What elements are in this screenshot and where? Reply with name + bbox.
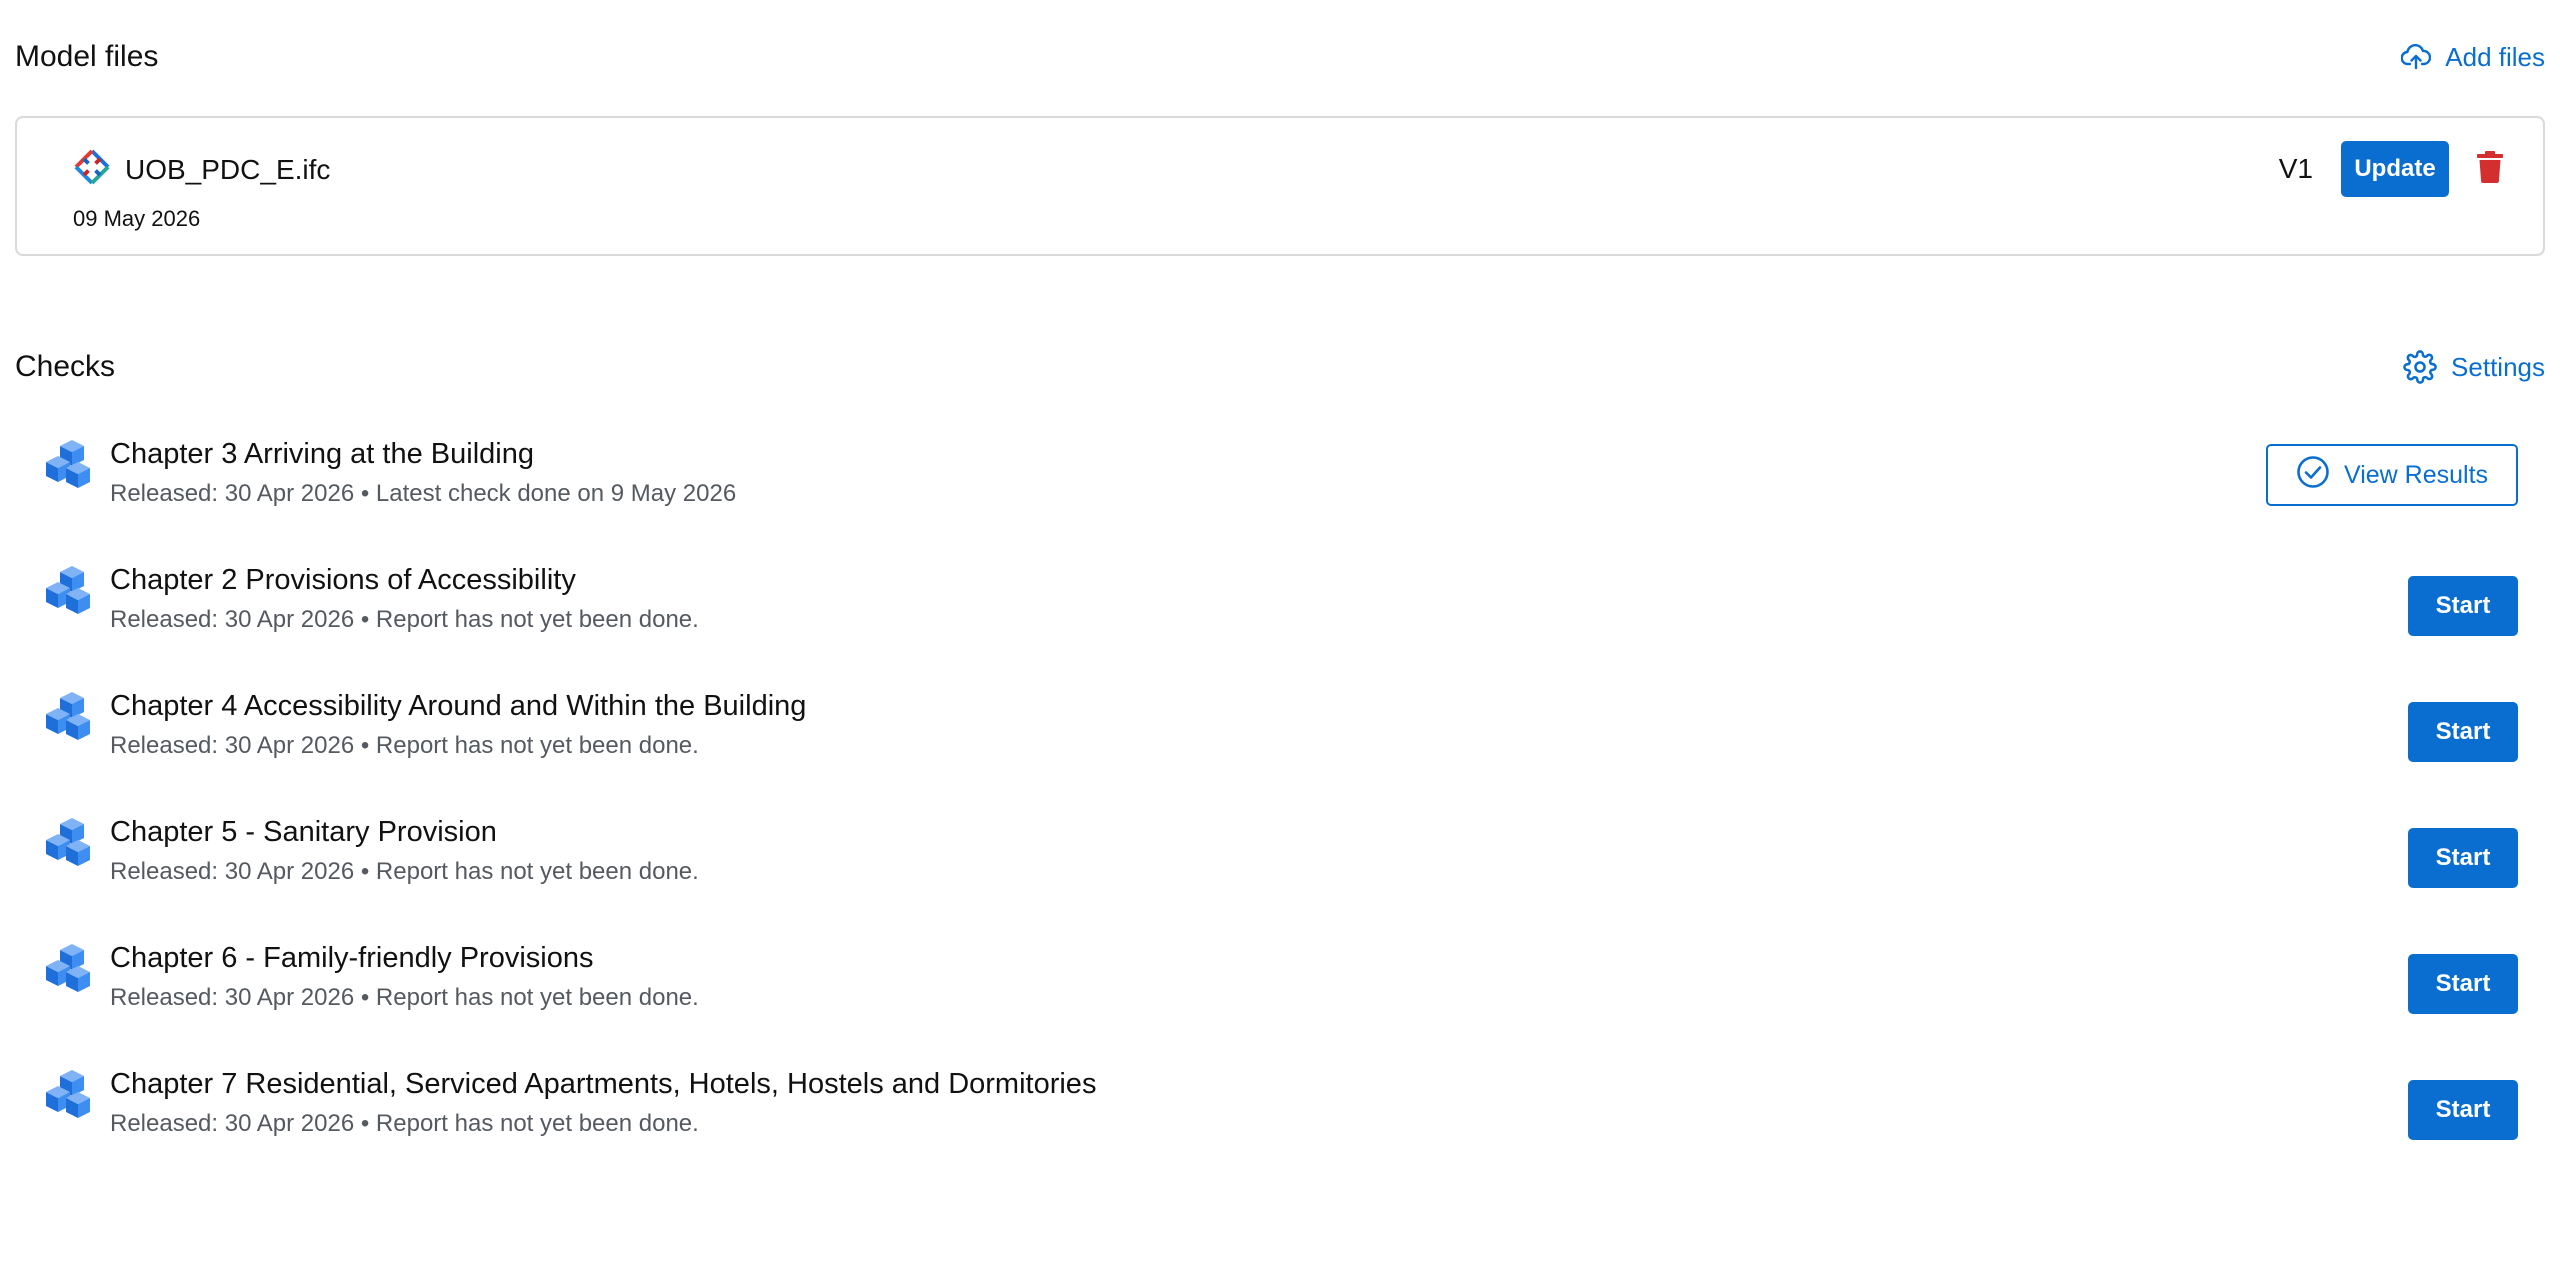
model-files-title: Model files [15,40,159,73]
model-file-card: UOB_PDC_E.ifc 09 May 2026 V1 Update [15,116,2545,256]
check-title[interactable]: Chapter 6 - Family-friendly Provisions [110,942,593,975]
add-files-button[interactable]: Add files [2401,42,2545,73]
check-subtitle: Released: 30 Apr 2026 • Report has not y… [110,858,699,885]
view-results-label: View Results [2343,460,2489,489]
settings-label: Settings [2451,351,2545,382]
check-item: Chapter 4 Accessibility Around and Withi… [0,690,2560,816]
check-title[interactable]: Chapter 5 - Sanitary Provision [110,816,497,849]
check-subtitle: Released: 30 Apr 2026 • Report has not y… [110,1110,699,1137]
check-subtitle: Released: 30 Apr 2026 • Latest check don… [110,480,737,507]
check-item: Chapter 3 Arriving at the Building Relea… [0,438,2560,564]
check-title[interactable]: Chapter 2 Provisions of Accessibility [110,564,576,597]
start-button[interactable]: Start [2408,954,2518,1014]
model-files-header: Model files Add files [15,40,2545,74]
cube-stack-icon [40,564,96,625]
file-version: V1 [2278,153,2313,184]
check-title[interactable]: Chapter 7 Residential, Serviced Apartmen… [110,1068,1096,1101]
view-results-button[interactable]: View Results [2266,444,2518,506]
check-circle-icon [2296,455,2330,496]
file-name[interactable]: UOB_PDC_E.ifc [125,154,330,186]
gear-icon [2403,350,2437,384]
add-files-label: Add files [2445,41,2545,72]
file-name-row: UOB_PDC_E.ifc [73,148,330,191]
check-item: Chapter 2 Provisions of Accessibility Re… [0,564,2560,690]
cube-stack-icon [40,438,96,499]
start-button[interactable]: Start [2408,1080,2518,1140]
start-button[interactable]: Start [2408,576,2518,636]
ifc-file-icon [73,148,111,191]
check-item: Chapter 5 - Sanitary Provision Released:… [0,816,2560,942]
settings-button[interactable]: Settings [2403,350,2545,384]
update-button[interactable]: Update [2341,141,2449,197]
file-date: 09 May 2026 [73,206,201,231]
cube-stack-icon [40,816,96,877]
cube-stack-icon [40,942,96,1003]
cube-stack-icon [40,690,96,751]
file-actions: V1 Update [2279,141,2503,197]
check-title[interactable]: Chapter 3 Arriving at the Building [110,438,534,471]
start-button[interactable]: Start [2408,828,2518,888]
cube-stack-icon [40,1068,96,1129]
checks-header: Checks Settings [15,350,2545,384]
check-title[interactable]: Chapter 4 Accessibility Around and Withi… [110,690,806,723]
start-button[interactable]: Start [2408,702,2518,762]
check-item: Chapter 6 - Family-friendly Provisions R… [0,942,2560,1068]
check-subtitle: Released: 30 Apr 2026 • Report has not y… [110,732,699,759]
check-item: Chapter 7 Residential, Serviced Apartmen… [0,1068,2560,1194]
check-subtitle: Released: 30 Apr 2026 • Report has not y… [110,984,699,1011]
check-subtitle: Released: 30 Apr 2026 • Report has not y… [110,606,699,633]
cloud-upload-icon [2401,44,2432,70]
trash-icon[interactable] [2477,150,2503,188]
checks-title: Checks [15,350,116,383]
